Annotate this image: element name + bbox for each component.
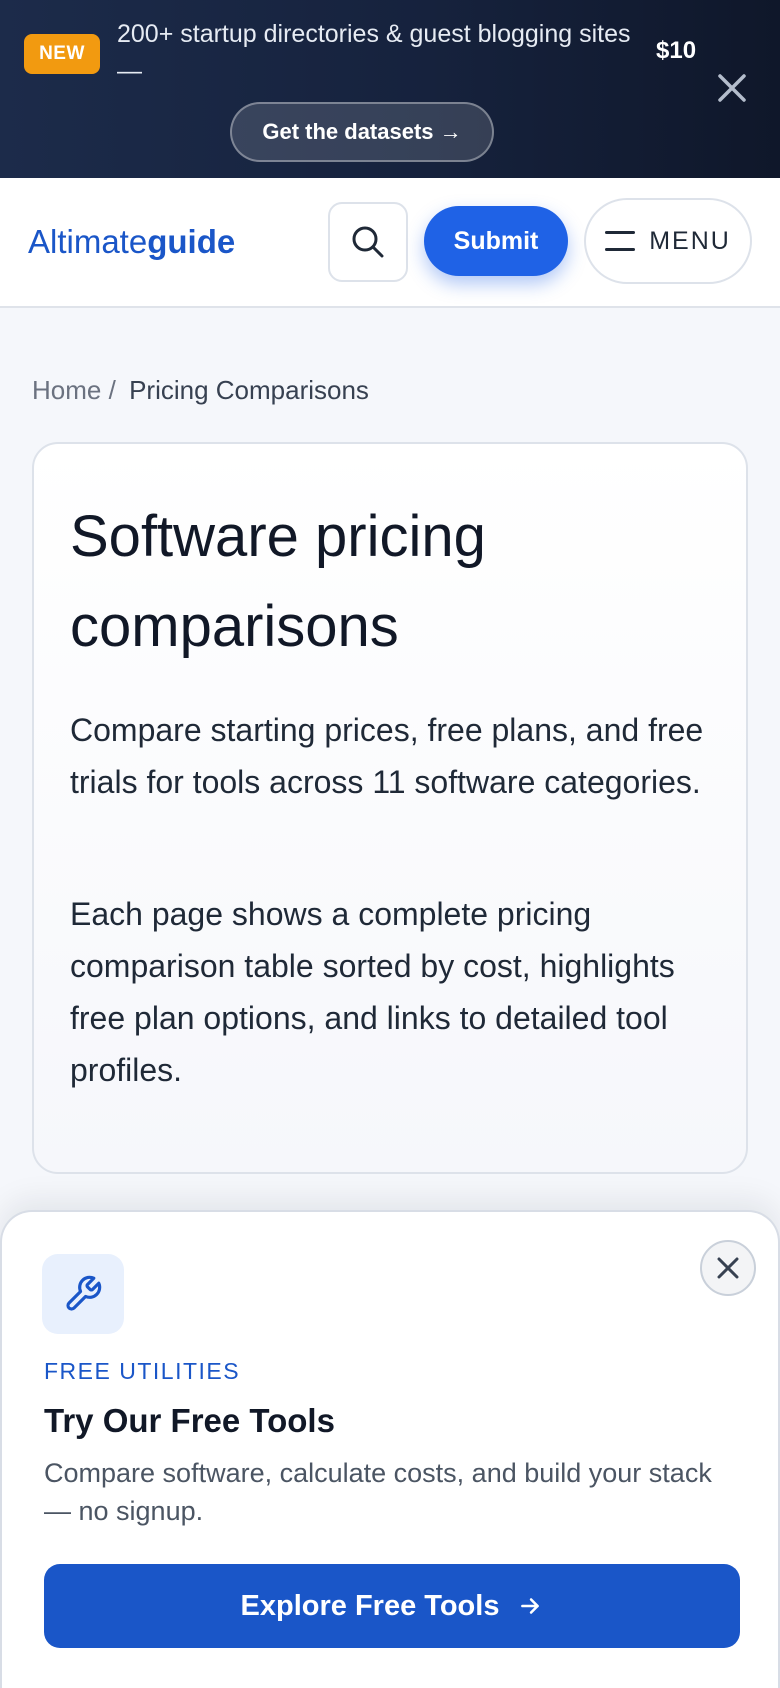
explore-free-tools-button[interactable]: Explore Free Tools — [44, 1564, 740, 1648]
menu-label: MENU — [649, 226, 731, 255]
site-logo[interactable]: Altimateguide — [28, 220, 235, 264]
sheet-close-button[interactable] — [700, 1240, 756, 1296]
search-button[interactable] — [328, 202, 408, 282]
logo-text-secondary: guide — [147, 223, 236, 260]
close-icon — [717, 1257, 739, 1279]
submit-button[interactable]: Submit — [424, 206, 568, 276]
breadcrumb-separator: / — [108, 375, 116, 405]
intro-paragraph-2: Each page shows a complete pricing compa… — [70, 896, 675, 1088]
promo-price: $10 — [656, 37, 697, 64]
breadcrumb-home[interactable]: Home — [32, 375, 101, 405]
sheet-title: Try Our Free Tools — [44, 1402, 335, 1439]
explore-free-tools-label: Explore Free Tools — [240, 1589, 500, 1622]
arrow-right-icon — [521, 1598, 540, 1614]
get-datasets-button[interactable]: Get the datasets → — [230, 102, 494, 162]
free-tools-sheet: FREE UTILITIES Try Our Free Tools Compar… — [0, 1210, 780, 1688]
wrench-icon — [42, 1254, 124, 1334]
new-badge: NEW — [24, 34, 100, 74]
promo-banner: NEW 200+ startup directories & guest blo… — [0, 0, 780, 178]
promo-text: 200+ startup directories & guest bloggin… — [117, 20, 631, 85]
menu-button[interactable]: MENU — [584, 198, 752, 284]
hamburger-icon — [605, 230, 636, 252]
close-icon[interactable] — [712, 68, 752, 108]
sheet-eyebrow: FREE UTILITIES — [44, 1358, 241, 1384]
intro-card: Software pricing comparisons Compare sta… — [32, 442, 748, 1174]
search-icon — [352, 226, 384, 258]
breadcrumb-current: Pricing Comparisons — [129, 375, 369, 405]
breadcrumb: Home / Pricing Comparisons — [32, 372, 369, 408]
site-header: Altimateguide Submit MENU — [0, 178, 780, 308]
intro-paragraph-1: Compare starting prices, free plans, and… — [70, 712, 704, 800]
logo-text-primary: Altimate — [28, 223, 148, 260]
sheet-description: Compare software, calculate costs, and b… — [44, 1458, 712, 1526]
page-title: Software pricing comparisons — [70, 504, 486, 659]
